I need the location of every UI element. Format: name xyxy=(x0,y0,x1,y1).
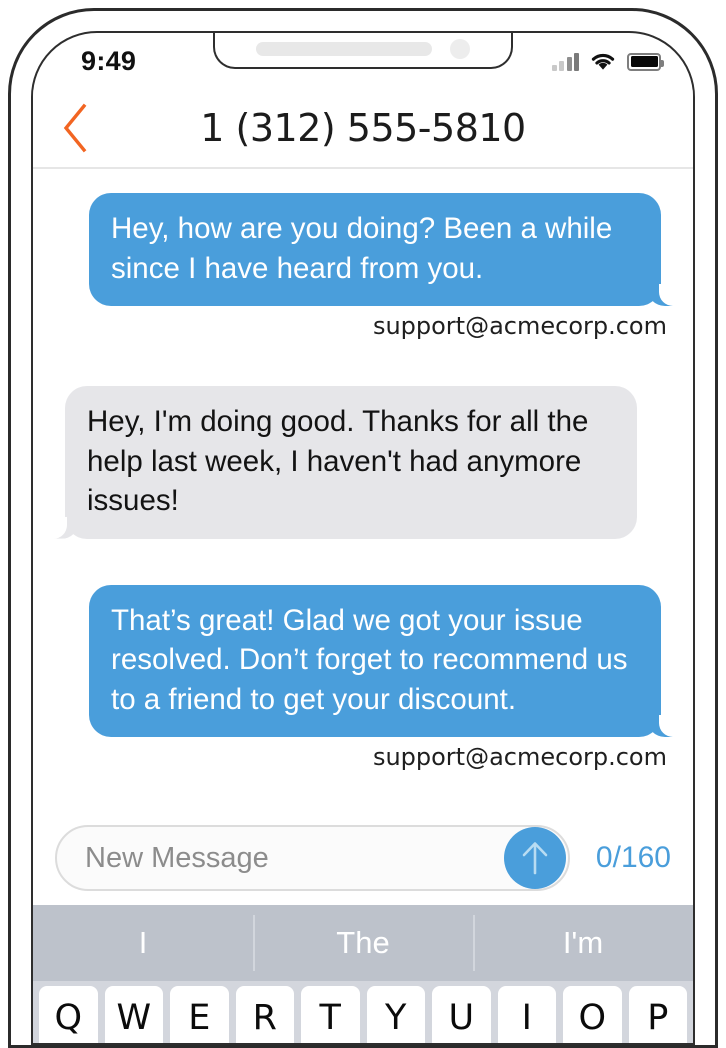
speaker-grille-icon xyxy=(256,42,432,56)
key-i[interactable]: I xyxy=(497,986,556,1043)
message-list: Hey, how are you doing? Been a while sin… xyxy=(33,171,693,875)
phone-frame: 9:49 1 (312) 555-5810 Hey, how are you d… xyxy=(8,8,718,1048)
message-item: Hey, I'm doing good. Thanks for all the … xyxy=(53,386,671,539)
message-input[interactable] xyxy=(57,827,568,889)
message-sender-label: support@acmecorp.com xyxy=(372,312,667,341)
message-bubble-outgoing[interactable]: That’s great! Glad we got your issue res… xyxy=(89,584,673,738)
status-time: 9:49 xyxy=(81,45,137,76)
message-bubble-outgoing[interactable]: Hey, how are you doing? Been a while sin… xyxy=(89,193,673,307)
wifi-icon xyxy=(591,53,615,70)
message-input-container xyxy=(55,825,570,891)
arrow-up-icon xyxy=(522,842,548,875)
conversation-header: 1 (312) 555-5810 xyxy=(33,89,693,169)
character-counter: 0/160 xyxy=(595,841,671,874)
key-w[interactable]: W xyxy=(104,986,163,1043)
virtual-keyboard: I The I'm Q W E R T Y U I O P xyxy=(33,905,693,1043)
message-sender-label: support@acmecorp.com xyxy=(372,743,667,772)
suggestion-item[interactable]: I'm xyxy=(473,905,693,981)
key-u[interactable]: U xyxy=(432,986,491,1043)
send-button[interactable] xyxy=(503,827,566,889)
message-composer: 0/160 xyxy=(33,811,693,905)
battery-full-icon xyxy=(627,52,664,71)
suggestion-item[interactable]: I xyxy=(33,905,253,981)
suggestion-item[interactable]: The xyxy=(253,905,473,981)
key-p[interactable]: P xyxy=(628,986,687,1043)
phone-screen: 9:49 1 (312) 555-5810 Hey, how are you d… xyxy=(31,31,695,1045)
cellular-signal-icon xyxy=(551,52,579,71)
key-o[interactable]: O xyxy=(563,986,622,1043)
phone-notch xyxy=(213,33,513,69)
key-r[interactable]: R xyxy=(235,986,294,1043)
page-title: 1 (312) 555-5810 xyxy=(200,106,526,150)
key-q[interactable]: Q xyxy=(39,986,98,1043)
key-e[interactable]: E xyxy=(170,986,229,1043)
suggestion-bar: I The I'm xyxy=(33,905,693,981)
key-t[interactable]: T xyxy=(301,986,360,1043)
key-y[interactable]: Y xyxy=(366,986,425,1043)
chevron-left-icon xyxy=(63,103,87,153)
message-item: Hey, how are you doing? Been a while sin… xyxy=(55,193,673,341)
status-icons xyxy=(551,52,664,71)
back-button[interactable] xyxy=(51,102,99,154)
keyboard-top-row: Q W E R T Y U I O P xyxy=(33,981,693,1043)
message-item: That’s great! Glad we got your issue res… xyxy=(55,584,673,772)
message-bubble-incoming[interactable]: Hey, I'm doing good. Thanks for all the … xyxy=(53,386,637,539)
front-camera-icon xyxy=(450,39,470,59)
